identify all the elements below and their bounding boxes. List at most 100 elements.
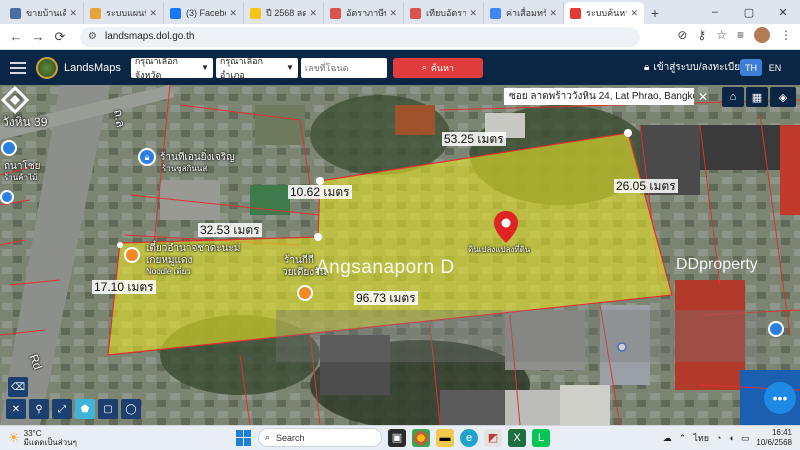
poi-sublabel-left: ร้านค้าไม้ <box>4 173 38 182</box>
browser-tab[interactable]: อัตราภาษีบ้าน✕ <box>324 2 404 24</box>
chevron-down-icon: ▼ <box>285 63 294 72</box>
layers-icon[interactable]: ◈ <box>770 87 796 107</box>
restaurant-marker-icon[interactable] <box>297 285 313 301</box>
excel-icon[interactable]: X <box>508 428 526 447</box>
tab-close-icon[interactable]: ✕ <box>229 8 237 19</box>
home-icon[interactable]: ⌂ <box>722 87 744 107</box>
shop-marker-icon[interactable]: 🔒︎ <box>138 148 156 166</box>
tab-close-icon[interactable]: ✕ <box>630 8 638 19</box>
eraser-tool-icon[interactable]: ⌫ <box>8 377 28 397</box>
file-explorer-icon[interactable]: ▬ <box>436 428 454 447</box>
browser-tab[interactable]: ระบบค้นหารูปแปลง✕ <box>564 2 644 24</box>
profile-avatar[interactable] <box>754 27 770 43</box>
battery-icon[interactable]: ▭ <box>741 433 750 444</box>
rectangle-tool-icon[interactable]: ▢ <box>98 399 118 419</box>
measure-left: 17.10 เมตร <box>92 280 156 294</box>
circle-tool-icon[interactable]: ◯ <box>121 399 141 419</box>
eye-off-icon[interactable]: ⊘ <box>677 28 687 42</box>
restaurant-marker-icon[interactable] <box>124 247 140 263</box>
deed-number-input[interactable] <box>300 57 387 78</box>
taskbar-search[interactable]: ⌕ Search <box>258 428 382 447</box>
tab-close-icon[interactable]: ✕ <box>549 8 557 19</box>
map-canvas[interactable]: 53.25 เมตร 26.05 เมตร 10.62 เมตร 32.53 เ… <box>0 85 800 425</box>
tab-close-icon[interactable]: ✕ <box>309 8 317 19</box>
measure-line-icon[interactable]: ⤢ <box>52 399 72 419</box>
measure-small-top: 10.62 เมตร <box>288 185 352 199</box>
close-address-icon[interactable]: ✕ <box>695 88 711 105</box>
chat-more-button[interactable]: ••• <box>764 382 796 414</box>
province-select[interactable]: กรุณาเลือกจังหวัด ▼ <box>130 56 213 80</box>
browser-tab[interactable]: ปี 2568 ลดหย่อน✕ <box>244 2 324 24</box>
wifi-icon[interactable]: ◔ <box>716 433 721 443</box>
brand-name: LandsMaps <box>64 61 121 74</box>
volume-icon[interactable]: ◖ <box>728 433 733 443</box>
star-icon[interactable]: ☆ <box>716 28 727 42</box>
measure-left-mid: 32.53 เมตร <box>198 223 262 237</box>
close-window-button[interactable]: ✕ <box>766 0 800 24</box>
tab-close-icon[interactable]: ✕ <box>469 8 477 19</box>
measure-top: 53.25 เมตร <box>442 132 506 146</box>
search-button[interactable]: ⌕ ค้นหา <box>392 57 483 78</box>
tab-close-icon[interactable]: ✕ <box>149 8 157 19</box>
tab-favicon-icon <box>170 7 181 19</box>
line-app-icon[interactable]: L <box>532 428 550 447</box>
reload-icon[interactable]: ⟳ <box>50 27 70 47</box>
back-icon[interactable]: ← <box>6 27 26 47</box>
address-bar-row: ← → ⟳ ⚙ landsmaps.dol.go.th ⊘ ⚷ ☆ ≡ ⋮ <box>0 24 800 50</box>
tools-cross-icon[interactable]: ✕ <box>6 399 26 419</box>
forward-icon[interactable]: → <box>28 27 48 47</box>
location-pin-icon[interactable] <box>494 211 518 243</box>
tab-label: ขายบ้านเดี่ยวเอกมัย <box>26 8 66 18</box>
app-header: LandsMaps กรุณาเลือกจังหวัด ▼ กรุณาเลือก… <box>0 50 800 85</box>
login-label: เข้าสู่ระบบ/ลงทะเบียน <box>653 62 747 73</box>
marker-tool-icon[interactable]: ⚲ <box>29 399 49 419</box>
extensions-icon[interactable]: ≡ <box>737 28 744 42</box>
chrome-icon[interactable] <box>412 428 430 447</box>
browser-tab[interactable]: (3) Facebook✕ <box>164 2 244 24</box>
polygon-tool-icon[interactable]: ⬟ <box>75 399 95 419</box>
language-indicator[interactable]: ไทย <box>693 431 709 445</box>
browser-tab[interactable]: ค่าเสื่อมทรัพย์✕ <box>484 2 564 24</box>
grid-icon[interactable]: ▦ <box>746 87 768 107</box>
lang-th-button[interactable]: TH <box>740 59 762 76</box>
site-info-icon[interactable]: ⚙ <box>88 31 97 42</box>
minimize-button[interactable]: – <box>698 0 732 24</box>
browser-actions: ⊘ ⚷ ☆ ≡ ⋮ <box>677 27 792 43</box>
tab-close-icon[interactable]: ✕ <box>69 8 77 19</box>
poi-en-noodle: Noodle เตี๋ยว <box>146 267 191 276</box>
satellite-base <box>0 85 800 425</box>
login-link[interactable]: 🔒︎ เข้าสู่ระบบ/ลงทะเบียน <box>644 50 747 85</box>
tab-list: ขายบ้านเดี่ยวเอกมัย✕ระบบแผนที่ภาษี✕(3) F… <box>4 2 644 24</box>
url-field[interactable]: ⚙ landsmaps.dol.go.th <box>80 26 640 47</box>
tab-favicon-icon <box>330 7 341 19</box>
tab-label: (3) Facebook <box>186 8 226 18</box>
cloud-icon[interactable]: ☁ <box>663 433 672 444</box>
maximize-button[interactable]: ▢ <box>732 0 766 24</box>
hamburger-menu-icon[interactable] <box>10 61 26 74</box>
windows-start-icon[interactable] <box>236 429 252 446</box>
taskbar-apps: ⌕ Search ▣ ▬ e ◩ X L <box>236 428 550 447</box>
road-label-top: วังหิน 39 <box>2 115 48 129</box>
key-icon[interactable]: ⚷ <box>697 28 706 42</box>
clock[interactable]: 16:41 10/6/2568 <box>756 428 792 448</box>
new-tab-button[interactable]: + <box>644 2 666 24</box>
tab-favicon-icon <box>90 7 101 19</box>
shop-marker-icon[interactable] <box>768 321 784 337</box>
system-tray: ☁ ⌃ ไทย ◔ ◖ ▭ 16:41 10/6/2568 <box>663 428 792 448</box>
ddproperty-logo-icon <box>0 85 30 115</box>
district-select[interactable]: กรุณาเลือกอำเภอ ▼ <box>215 56 298 80</box>
chevron-up-icon[interactable]: ⌃ <box>679 433 687 444</box>
task-view-icon[interactable]: ▣ <box>388 428 406 447</box>
tab-close-icon[interactable]: ✕ <box>389 8 397 19</box>
edge-icon[interactable]: e <box>460 428 478 447</box>
shop-marker-icon[interactable] <box>1 140 17 156</box>
pdf-icon[interactable]: ◩ <box>484 428 502 447</box>
menu-dots-icon[interactable]: ⋮ <box>780 28 792 42</box>
browser-tab[interactable]: เทียบอัตราภาษี✕ <box>404 2 484 24</box>
lang-en-button[interactable]: EN <box>764 59 786 76</box>
browser-tab[interactable]: ระบบแผนที่ภาษี✕ <box>84 2 164 24</box>
window-controls: – ▢ ✕ <box>698 0 800 24</box>
shop-marker-icon[interactable] <box>0 190 14 204</box>
weather-widget[interactable]: ☀ 33°C มีแดดเป็นส่วนๆ <box>8 429 77 447</box>
browser-tab[interactable]: ขายบ้านเดี่ยวเอกมัย✕ <box>4 2 84 24</box>
